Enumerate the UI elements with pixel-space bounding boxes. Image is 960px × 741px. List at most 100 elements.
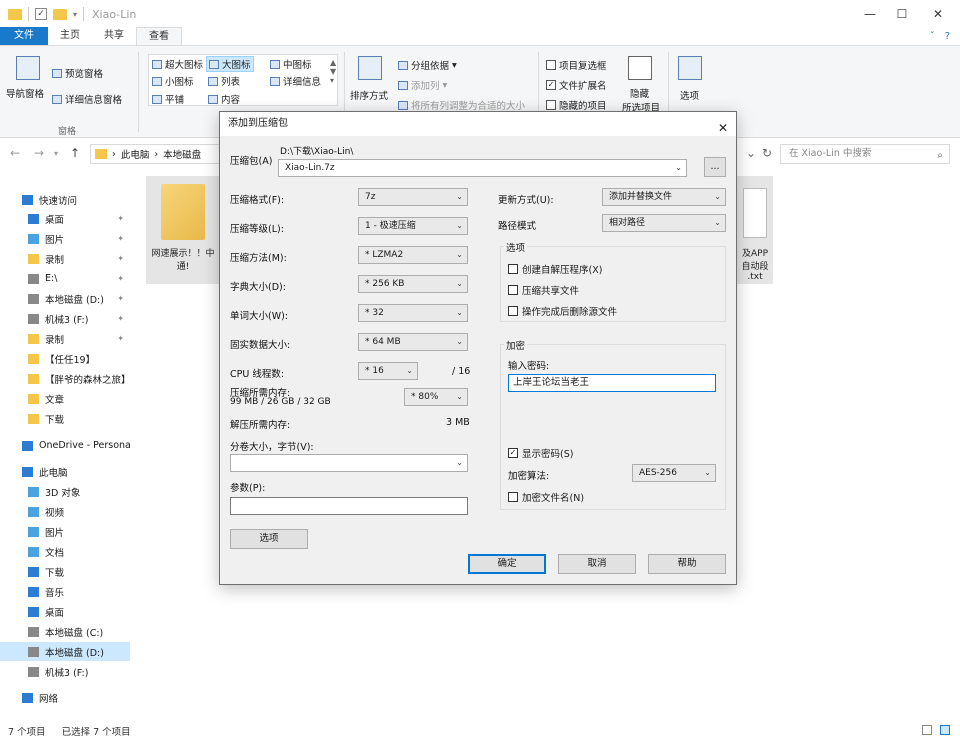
nav-item[interactable]: 图片 ✦ bbox=[0, 229, 130, 248]
tab-view[interactable]: 查看 bbox=[136, 27, 182, 45]
customize-dropdown-icon[interactable]: ▾ bbox=[73, 10, 77, 19]
search-input[interactable]: 在 Xiao-Lin 中搜索 ⌕ bbox=[780, 144, 950, 164]
encrypt-names-checkbox[interactable]: 加密文件名(N) bbox=[508, 490, 584, 504]
breadcrumb-this-pc[interactable]: 此电脑 bbox=[121, 147, 150, 161]
memory-percent-select[interactable]: * 80% ⌄ bbox=[404, 388, 468, 406]
solid-block-select[interactable]: * 64 MB ⌄ bbox=[358, 333, 468, 351]
preview-pane-button[interactable]: 预览窗格 bbox=[52, 66, 103, 80]
ok-button[interactable]: 确定 bbox=[468, 554, 546, 574]
tab-file[interactable]: 文件 bbox=[0, 27, 48, 45]
close-icon[interactable]: ✕ bbox=[718, 116, 728, 140]
maximize-button[interactable]: ☐ bbox=[884, 0, 920, 28]
update-mode-select[interactable]: 添加并替换文件 ⌄ bbox=[602, 188, 726, 206]
nav-item[interactable]: 机械3 (F:) ✦ bbox=[0, 309, 130, 328]
nav-item[interactable]: 桌面 bbox=[0, 602, 130, 621]
large-icons-view-icon[interactable] bbox=[940, 725, 950, 735]
nav-item[interactable]: 本地磁盘 (D:) ✦ bbox=[0, 289, 130, 308]
file-extension-toggle[interactable]: ✓ 文件扩展名 bbox=[546, 78, 607, 92]
help-button[interactable]: 帮助 bbox=[648, 554, 726, 574]
options-button[interactable]: 选项 bbox=[680, 88, 699, 102]
group-by-button[interactable]: 分组依据 ▾ bbox=[398, 58, 457, 72]
format-select[interactable]: 7z ⌄ bbox=[358, 188, 468, 206]
layout-large-icons[interactable]: 大图标 bbox=[206, 56, 254, 72]
cancel-button[interactable]: 取消 bbox=[558, 554, 636, 574]
file-tile[interactable]: 网速展示！！中 通! bbox=[146, 176, 220, 284]
nav-item[interactable]: 此电脑 bbox=[0, 462, 130, 481]
split-volume-combo[interactable]: ⌄ bbox=[230, 454, 468, 472]
nav-item[interactable]: E:\ ✦ bbox=[0, 269, 130, 288]
new-folder-icon[interactable] bbox=[53, 8, 67, 20]
nav-item[interactable]: 本地磁盘 (C:) bbox=[0, 622, 130, 641]
layout-list[interactable]: 列表 bbox=[208, 74, 240, 88]
layout-small-icons[interactable]: 小图标 bbox=[152, 74, 194, 88]
address-bar[interactable]: › 此电脑 › 本地磁盘 bbox=[90, 144, 220, 164]
forward-arrow-icon[interactable]: → bbox=[34, 146, 44, 160]
hide-button[interactable]: 隐藏 bbox=[630, 86, 649, 100]
method-select[interactable]: * LZMA2 ⌄ bbox=[358, 246, 468, 264]
nav-item[interactable]: 机械3 (F:) bbox=[0, 662, 130, 681]
up-arrow-icon[interactable]: ↑ bbox=[70, 146, 80, 160]
refresh-icon[interactable]: ↻ bbox=[762, 146, 772, 160]
nav-item[interactable]: 快速访问 bbox=[0, 190, 130, 209]
fit-columns-button[interactable]: 将所有列调整为合适的大小 bbox=[398, 98, 525, 112]
archive-name-combo[interactable]: Xiao-Lin.7z ⌄ bbox=[278, 159, 687, 177]
nav-item[interactable]: 本地磁盘 (D:) bbox=[0, 642, 130, 661]
delete-after-checkbox[interactable]: 操作完成后删除源文件 bbox=[508, 304, 617, 318]
compress-shared-checkbox[interactable]: 压缩共享文件 bbox=[508, 283, 579, 297]
nav-item[interactable]: OneDrive - Persona bbox=[0, 436, 130, 455]
show-password-checkbox[interactable]: ✓ 显示密码(S) bbox=[508, 446, 573, 460]
nav-item[interactable]: 视频 bbox=[0, 502, 130, 521]
create-sfx-checkbox[interactable]: 创建自解压程序(X) bbox=[508, 262, 602, 276]
sort-by-icon[interactable] bbox=[358, 56, 382, 80]
collapse-ribbon-icon[interactable]: ˇ bbox=[930, 31, 935, 42]
nav-item[interactable]: 文档 bbox=[0, 542, 130, 561]
dictionary-select[interactable]: * 256 KB ⌄ bbox=[358, 275, 468, 293]
recent-dropdown-icon[interactable]: ▾ bbox=[54, 149, 58, 158]
browse-button[interactable]: ... bbox=[704, 157, 726, 177]
navigation-pane-button[interactable]: 导航窗格 bbox=[6, 86, 44, 100]
nav-item[interactable]: 3D 对象 bbox=[0, 482, 130, 501]
tab-share[interactable]: 共享 bbox=[92, 27, 136, 45]
threads-select[interactable]: * 16 ⌄ bbox=[358, 362, 418, 380]
hide-selected-icon[interactable] bbox=[628, 56, 652, 80]
properties-icon[interactable]: ✓ bbox=[35, 8, 47, 20]
options-button[interactable]: 选项 bbox=[230, 529, 308, 549]
nav-item[interactable]: 桌面 ✦ bbox=[0, 209, 130, 228]
address-dropdown-icon[interactable]: ⌄ bbox=[746, 146, 756, 160]
parameters-input[interactable] bbox=[230, 497, 468, 515]
nav-item[interactable]: 录制 ✦ bbox=[0, 249, 130, 268]
level-select[interactable]: 1 - 极速压缩 ⌄ bbox=[358, 217, 468, 235]
file-tile[interactable]: 及APP 自动段 .txt bbox=[737, 176, 773, 284]
nav-item[interactable]: 下载 bbox=[0, 409, 130, 428]
options-icon[interactable] bbox=[678, 56, 702, 80]
layout-details[interactable]: 详细信息 bbox=[270, 74, 321, 88]
nav-item[interactable]: 【胖爷的森林之旅】 bbox=[0, 369, 130, 388]
breadcrumb-drive[interactable]: 本地磁盘 bbox=[163, 147, 201, 161]
nav-item[interactable]: 下载 bbox=[0, 562, 130, 581]
nav-item[interactable]: 文章 bbox=[0, 389, 130, 408]
tab-home[interactable]: 主页 bbox=[48, 27, 92, 45]
sort-by-button[interactable]: 排序方式 bbox=[350, 88, 388, 102]
layout-medium-icons[interactable]: 中图标 bbox=[270, 57, 312, 71]
navigation-pane-icon[interactable] bbox=[16, 56, 40, 80]
layout-scroll-icon[interactable]: ▲ ▼ ▾ bbox=[330, 58, 336, 85]
item-checkbox-toggle[interactable]: 项目复选框 bbox=[546, 58, 607, 72]
minimize-button[interactable]: — bbox=[852, 0, 888, 28]
add-column-button[interactable]: 添加列 ▾ bbox=[398, 78, 447, 92]
details-view-icon[interactable] bbox=[922, 725, 932, 735]
hidden-items-toggle[interactable]: 隐藏的项目 bbox=[546, 98, 607, 112]
nav-item[interactable]: 音乐 bbox=[0, 582, 130, 601]
back-arrow-icon[interactable]: ← bbox=[10, 146, 20, 160]
layout-extra-large-icons[interactable]: 超大图标 bbox=[152, 57, 203, 71]
nav-item[interactable]: 录制 ✦ bbox=[0, 329, 130, 348]
nav-item[interactable]: 图片 bbox=[0, 522, 130, 541]
nav-item[interactable]: 网络 bbox=[0, 688, 130, 707]
layout-content[interactable]: 内容 bbox=[208, 92, 240, 106]
details-pane-button[interactable]: 详细信息窗格 bbox=[52, 92, 122, 106]
path-mode-select[interactable]: 相对路径 ⌄ bbox=[602, 214, 726, 232]
close-window-button[interactable]: ✕ bbox=[920, 0, 956, 28]
word-size-select[interactable]: * 32 ⌄ bbox=[358, 304, 468, 322]
help-icon[interactable]: ? bbox=[945, 31, 950, 42]
nav-item[interactable]: 【任任19】 bbox=[0, 349, 130, 368]
encryption-method-select[interactable]: AES-256 ⌄ bbox=[632, 464, 716, 482]
